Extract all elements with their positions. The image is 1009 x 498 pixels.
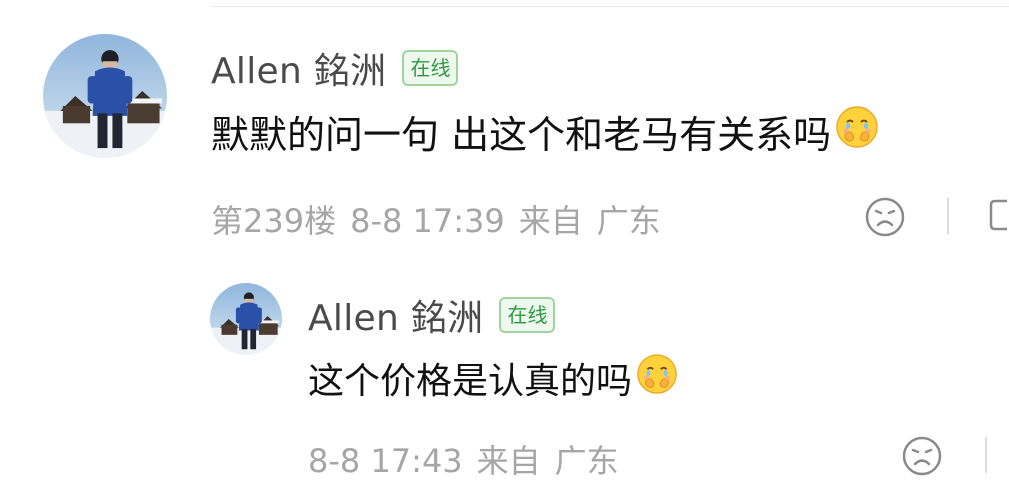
reply-content[interactable]: 这个价格是认真的吗 (308, 352, 678, 404)
reply-timestamp: 8-8 17:43 (308, 442, 463, 480)
replier-avatar[interactable] (210, 283, 282, 355)
online-status-badge: 在线 (402, 50, 459, 86)
comment-bubble-icon[interactable] (987, 197, 1009, 237)
action-separator (947, 198, 949, 234)
reply-action-separator (985, 437, 987, 473)
reply-text: 这个价格是认真的吗 (308, 361, 633, 402)
face-holding-back-tears-emoji-icon (835, 105, 879, 158)
comment-meta: 第239楼 8-8 17:39 来自 广东 (211, 196, 661, 242)
comment-text: 默默的问一句 出这个和老马有关系吗 (211, 113, 832, 157)
reply-online-status-badge: 在线 (499, 297, 556, 333)
floor-number: 第239楼 (211, 202, 337, 240)
reply-location-label: 广东 (554, 442, 619, 480)
comment-timestamp: 8-8 17:39 (350, 202, 505, 240)
replier-username[interactable]: Allen 銘洲 (308, 289, 483, 341)
commenter-avatar[interactable] (43, 34, 167, 158)
from-label: 来自 (518, 202, 583, 240)
commenter-username[interactable]: Allen 銘洲 (211, 42, 386, 94)
location-label: 广东 (596, 202, 661, 240)
reply-sad-face-icon[interactable] (901, 435, 943, 477)
comment-content[interactable]: 默默的问一句 出这个和老马有关系吗 (211, 104, 879, 159)
replier-name-row: Allen 銘洲 在线 (308, 289, 556, 341)
sad-face-icon[interactable] (864, 196, 906, 238)
reply-from-label: 来自 (476, 442, 541, 480)
commenter-name-row: Allen 銘洲 在线 (211, 42, 459, 94)
face-holding-back-tears-emoji-icon (636, 353, 678, 404)
top-divider (210, 6, 1009, 7)
reply-meta: 8-8 17:43 来自 广东 (308, 436, 619, 482)
